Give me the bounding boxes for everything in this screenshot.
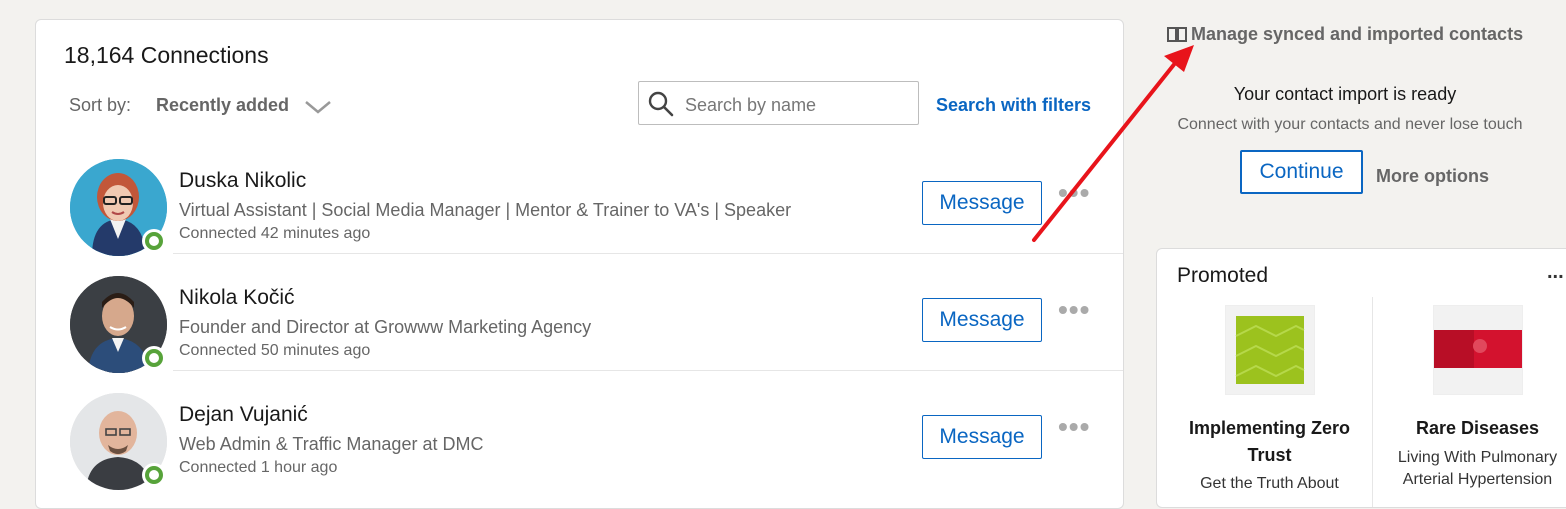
connection-headline: Web Admin & Traffic Manager at DMC [179, 434, 484, 454]
connected-time: Connected 42 minutes ago [179, 225, 371, 242]
connection-name[interactable]: Duska Nikolic [179, 169, 306, 193]
message-button[interactable]: Message [922, 415, 1042, 459]
promoted-item-subtitle-line: Arterial Hypertension [1402, 471, 1553, 488]
promoted-item-subtitle: Living With Pulmonary Arterial Hypertens… [1375, 447, 1566, 491]
promoted-item-title-line: Rare Diseases [1415, 418, 1540, 438]
online-status-indicator [142, 346, 166, 370]
connection-name[interactable]: Nikola Kočić [179, 286, 295, 310]
chevron-down-icon[interactable] [304, 98, 332, 116]
connection-headline: Founder and Director at Growww Marketing… [179, 317, 592, 337]
more-actions-icon[interactable]: ••• [1058, 413, 1092, 441]
promoted-item-title: Rare Diseases [1375, 415, 1566, 442]
promoted-item-subtitle-line: Get the Truth About [1200, 475, 1339, 492]
online-status-indicator [142, 463, 166, 487]
message-button[interactable]: Message [922, 181, 1042, 225]
promoted-item-title-line: Implementing Zero [1188, 418, 1350, 438]
sort-dropdown[interactable]: Recently added [156, 95, 289, 116]
connection-row: Duska Nikolic Virtual Assistant | Social… [36, 137, 1123, 256]
search-by-name-field[interactable] [638, 81, 919, 125]
more-options-link[interactable]: More options [1376, 166, 1489, 187]
promoted-divider [1372, 297, 1373, 507]
promoted-title: Promoted [1177, 264, 1269, 287]
search-input[interactable] [683, 92, 912, 118]
more-actions-icon[interactable]: ••• [1058, 179, 1092, 207]
connection-row: Nikola Kočić Founder and Director at Gro… [36, 254, 1123, 373]
import-title: Your contact import is ready [1233, 84, 1457, 104]
import-subtitle: Connect with your contacts and never los… [1177, 116, 1523, 133]
sort-label: Sort by: [69, 95, 132, 115]
promoted-more-icon[interactable]: ... [1547, 261, 1564, 284]
promoted-item-title: Implementing Zero Trust [1167, 415, 1372, 469]
connection-row: Dejan Vujanić Web Admin & Traffic Manage… [36, 371, 1123, 490]
online-status-indicator [142, 229, 166, 253]
promoted-item-subtitle-line: Living With Pulmonary [1397, 449, 1558, 466]
message-button[interactable]: Message [922, 298, 1042, 342]
promoted-item-subtitle: Get the Truth About [1167, 473, 1372, 495]
manage-contacts-link[interactable]: Manage synced and imported contacts [1167, 24, 1523, 45]
more-actions-icon[interactable]: ••• [1058, 296, 1092, 324]
address-book-icon [1167, 27, 1187, 42]
connection-headline: Virtual Assistant | Social Media Manager… [179, 200, 792, 220]
manage-contacts-label: Manage synced and imported contacts [1191, 24, 1524, 44]
contact-import-panel: Your contact import is ready Connect wit… [1140, 60, 1566, 230]
connections-card: 18,164 Connections Sort by: Recently add… [35, 19, 1124, 509]
search-with-filters-link[interactable]: Search with filters [936, 95, 1091, 116]
promoted-thumbnail [1433, 305, 1523, 395]
connections-count: 18,164 Connections [64, 42, 269, 68]
connected-time: Connected 1 hour ago [179, 459, 338, 476]
search-icon [648, 91, 674, 117]
promoted-card: Promoted ... Implementing Zero Trust Get… [1156, 248, 1566, 508]
continue-button[interactable]: Continue [1240, 150, 1363, 194]
promoted-item-title-line: Trust [1247, 445, 1292, 465]
promoted-thumbnail [1225, 305, 1315, 395]
connected-time: Connected 50 minutes ago [179, 342, 371, 359]
connection-name[interactable]: Dejan Vujanić [179, 403, 308, 427]
